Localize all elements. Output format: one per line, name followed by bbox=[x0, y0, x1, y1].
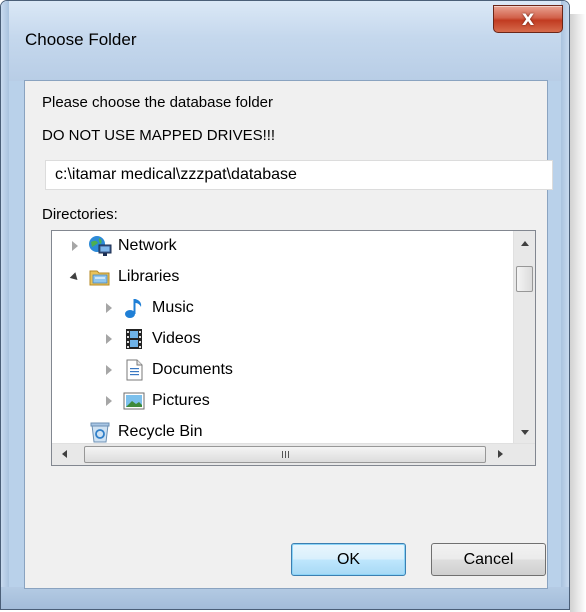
window-border-right bbox=[561, 1, 569, 609]
tree-item-network[interactable]: Network bbox=[68, 231, 177, 261]
tree-item-videos[interactable]: Videos bbox=[102, 324, 201, 354]
horizontal-scroll-thumb[interactable] bbox=[84, 446, 486, 463]
tree-item-label: Pictures bbox=[152, 392, 210, 409]
scroll-right-icon[interactable] bbox=[498, 450, 503, 458]
expand-arrow-icon[interactable] bbox=[102, 301, 116, 315]
folder-path-input[interactable] bbox=[45, 160, 553, 190]
dialog-client-area: Please choose the database folder DO NOT… bbox=[24, 80, 553, 589]
expand-arrow-icon[interactable] bbox=[68, 239, 82, 253]
recycle-bin-icon bbox=[90, 422, 110, 443]
prompt-text: Please choose the database folder bbox=[42, 94, 273, 111]
vertical-scrollbar[interactable] bbox=[513, 231, 535, 443]
window-title: Choose Folder bbox=[25, 30, 137, 49]
music-note-icon bbox=[125, 299, 142, 318]
vertical-scroll-thumb[interactable] bbox=[516, 266, 533, 292]
tree-item-label: Recycle Bin bbox=[118, 423, 203, 440]
collapse-arrow-icon[interactable] bbox=[68, 270, 82, 284]
window-border-left bbox=[1, 1, 9, 609]
window-border-bottom bbox=[1, 587, 569, 609]
grip-icon bbox=[281, 451, 289, 458]
directory-tree[interactable]: Network Libraries Music Videos Documents… bbox=[51, 230, 536, 466]
picture-icon bbox=[123, 392, 145, 410]
tree-item-label: Documents bbox=[152, 361, 233, 378]
close-button[interactable]: X bbox=[493, 5, 563, 33]
tree-item-label: Network bbox=[118, 237, 177, 254]
scroll-up-icon[interactable] bbox=[521, 241, 529, 246]
ok-button[interactable]: OK bbox=[291, 543, 406, 576]
tree-item-music[interactable]: Music bbox=[102, 293, 194, 323]
warning-text: DO NOT USE MAPPED DRIVES!!! bbox=[42, 127, 276, 144]
expand-arrow-icon[interactable] bbox=[102, 394, 116, 408]
choose-folder-dialog: Choose Folder X Please choose the databa… bbox=[0, 0, 570, 610]
scroll-left-icon[interactable] bbox=[62, 450, 67, 458]
network-icon bbox=[89, 236, 112, 256]
horizontal-scrollbar[interactable] bbox=[52, 443, 535, 465]
tree-item-label: Videos bbox=[152, 330, 201, 347]
directories-label: Directories: bbox=[42, 206, 118, 223]
expand-arrow-icon[interactable] bbox=[102, 332, 116, 346]
film-strip-icon bbox=[126, 329, 142, 349]
scroll-down-icon[interactable] bbox=[521, 430, 529, 435]
tree-item-pictures[interactable]: Pictures bbox=[102, 386, 210, 416]
expand-arrow-icon[interactable] bbox=[102, 363, 116, 377]
window-shadow bbox=[570, 14, 586, 612]
close-icon: X bbox=[521, 9, 535, 29]
cancel-button[interactable]: Cancel bbox=[431, 543, 546, 576]
document-icon bbox=[126, 359, 143, 381]
libraries-folder-icon bbox=[89, 270, 110, 286]
tree-item-label: Libraries bbox=[118, 268, 180, 285]
tree-item-documents[interactable]: Documents bbox=[102, 355, 233, 385]
tree-item-libraries[interactable]: Libraries bbox=[68, 262, 179, 292]
tree-item-label: Music bbox=[152, 299, 194, 316]
